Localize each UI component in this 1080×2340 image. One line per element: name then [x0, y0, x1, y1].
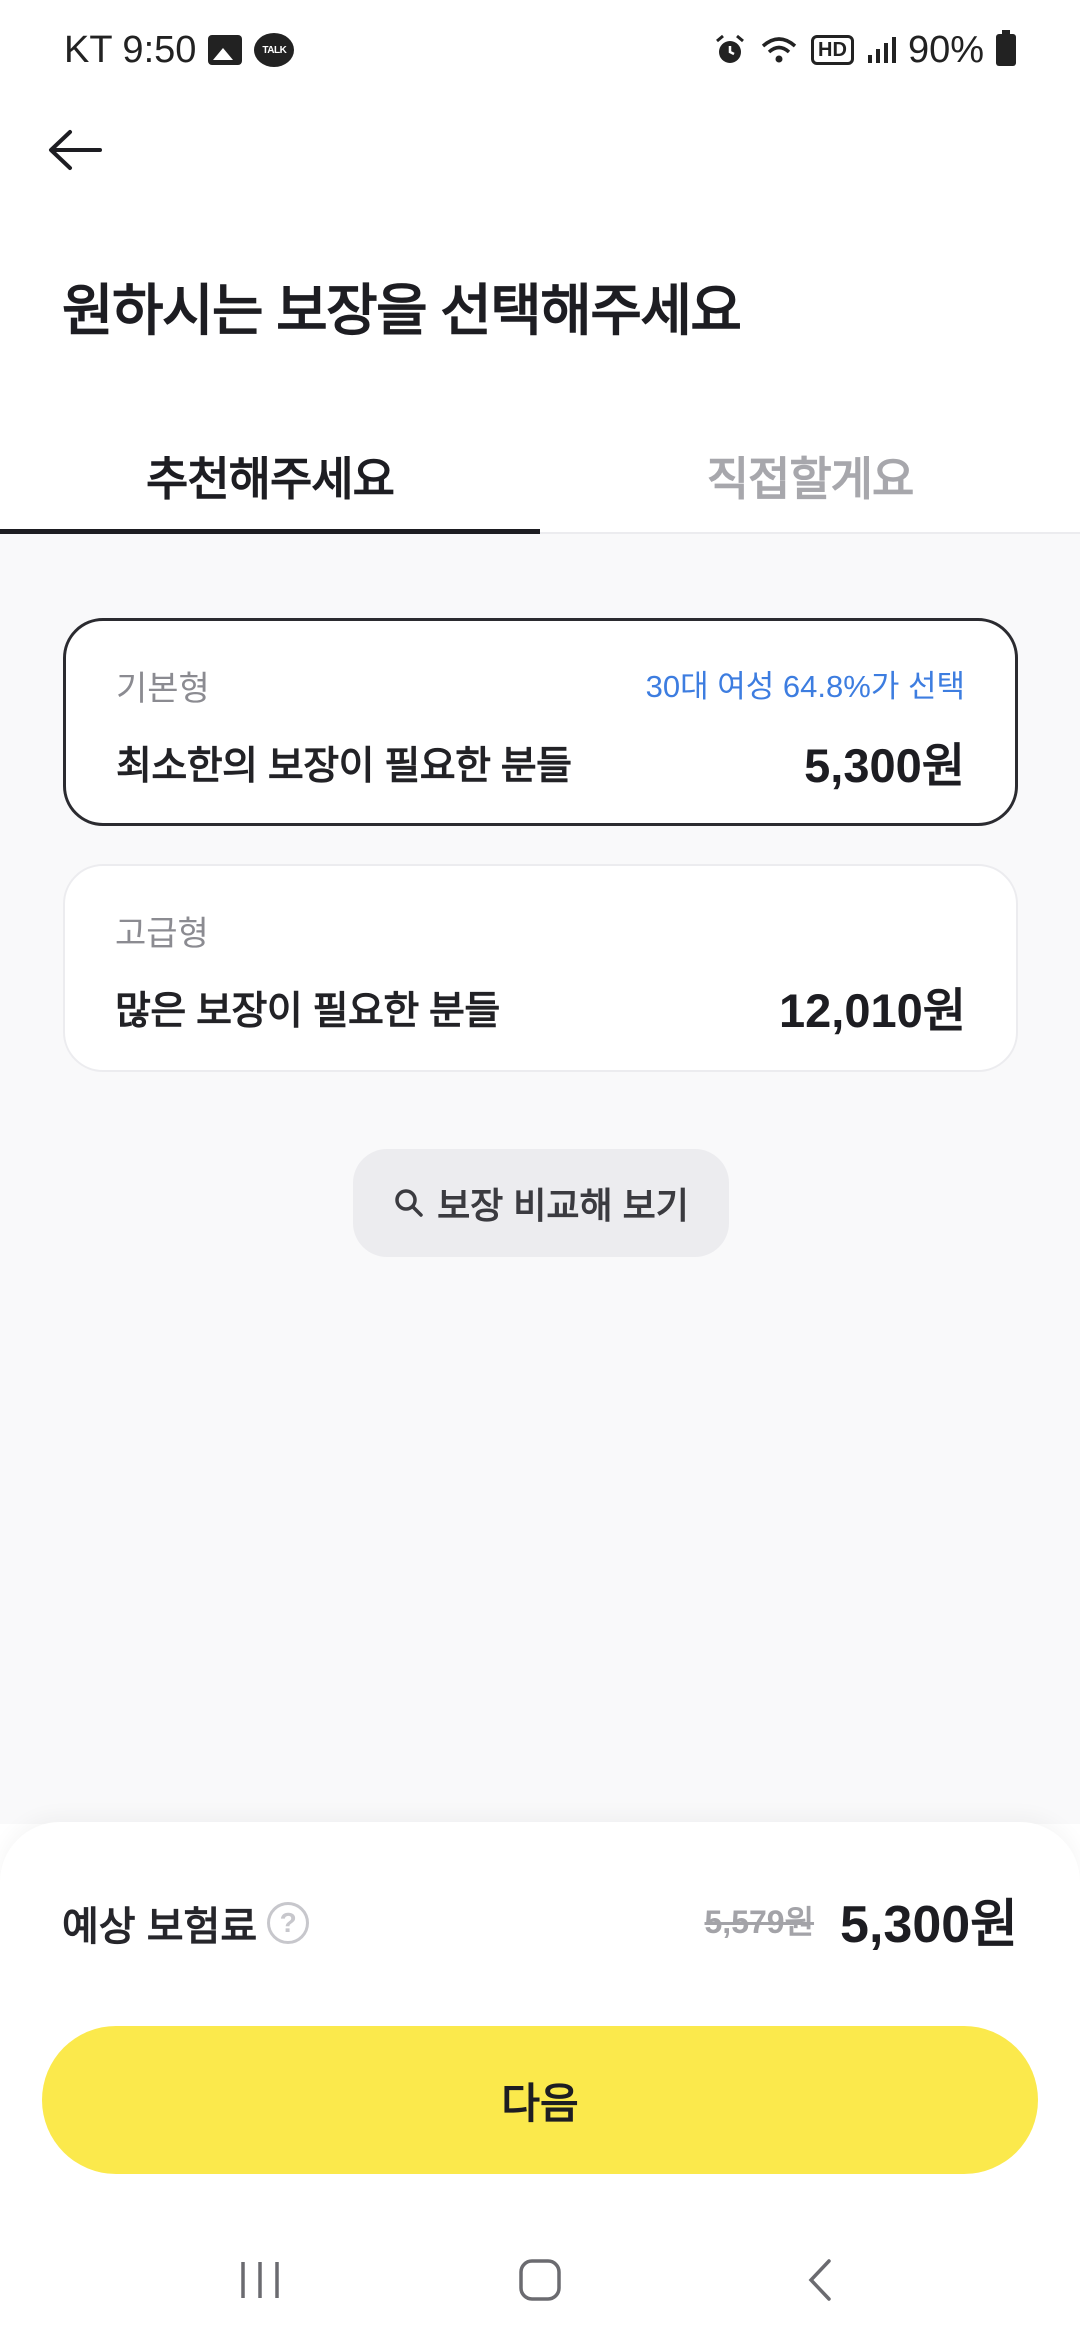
plan-card-premium[interactable]: 고급형 많은 보장이 필요한 분들 12,010원: [63, 864, 1018, 1072]
page-title: 원하시는 보장을 선택해주세요: [62, 279, 742, 342]
home-icon: [519, 2259, 561, 2301]
gallery-icon: [208, 35, 243, 65]
plan-price: 12,010원: [779, 984, 966, 1037]
plan-popularity-badge: 30대 여성 64.8%가 선택: [645, 669, 965, 704]
final-price: 5,300원: [840, 1896, 1018, 1954]
recent-apps-icon: [241, 2262, 279, 2298]
back-button[interactable]: [40, 120, 110, 180]
plan-card-basic[interactable]: 기본형 30대 여성 64.8%가 선택 최소한의 보장이 필요한 분들 5,3…: [63, 618, 1018, 826]
compare-button-label: 보장 비교해 보기: [437, 1185, 689, 1226]
search-icon: [395, 1189, 423, 1217]
compare-coverage-button[interactable]: 보장 비교해 보기: [353, 1149, 729, 1257]
screen: KT 9:50 TALK HD 90% 원하시는 보장을 선택해주세요 추천해주…: [0, 0, 1080, 2340]
plan-description: 최소한의 보장이 필요한 분들: [116, 745, 572, 788]
talk-icon: TALK: [254, 33, 295, 67]
system-nav-bar: [0, 2220, 1080, 2340]
price-summary: 5,579원 5,300원: [705, 1882, 1019, 1957]
plan-type: 기본형: [116, 670, 210, 708]
system-back-button[interactable]: [770, 2240, 870, 2320]
original-price: 5,579원: [704, 1903, 815, 1940]
battery-icon: [996, 30, 1016, 66]
status-left: KT 9:50 TALK: [64, 28, 295, 72]
hd-icon: HD: [811, 35, 854, 65]
tab-custom[interactable]: 직접할게요: [540, 420, 1080, 532]
arrow-left-icon: [49, 130, 102, 170]
tab-recommend[interactable]: 추천해주세요: [0, 420, 540, 534]
recent-apps-button[interactable]: [210, 2240, 310, 2320]
battery-percent: 90%: [907, 28, 984, 71]
home-button[interactable]: [490, 2240, 590, 2320]
next-button[interactable]: 다음: [42, 2026, 1038, 2174]
plan-list: 기본형 30대 여성 64.8%가 선택 최소한의 보장이 필요한 분들 5,3…: [0, 534, 1080, 1824]
estimated-premium: 예상 보험료 ?: [62, 1894, 310, 1952]
signal-icon: [866, 35, 896, 65]
plan-type: 고급형: [115, 915, 209, 953]
alarm-icon: [713, 33, 747, 67]
plan-description: 많은 보장이 필요한 분들: [115, 990, 500, 1033]
help-icon[interactable]: ?: [267, 1902, 310, 1944]
wifi-icon: [759, 34, 799, 66]
carrier-time: KT 9:50: [64, 28, 197, 71]
estimated-premium-label: 예상 보험료: [62, 1905, 258, 1949]
plan-price: 5,300원: [804, 739, 965, 792]
status-bar: KT 9:50 TALK HD 90%: [0, 0, 1080, 100]
chevron-left-icon: [808, 2259, 831, 2301]
status-right: HD 90%: [713, 29, 1016, 72]
tab-bar: 추천해주세요 직접할게요: [0, 420, 1080, 534]
